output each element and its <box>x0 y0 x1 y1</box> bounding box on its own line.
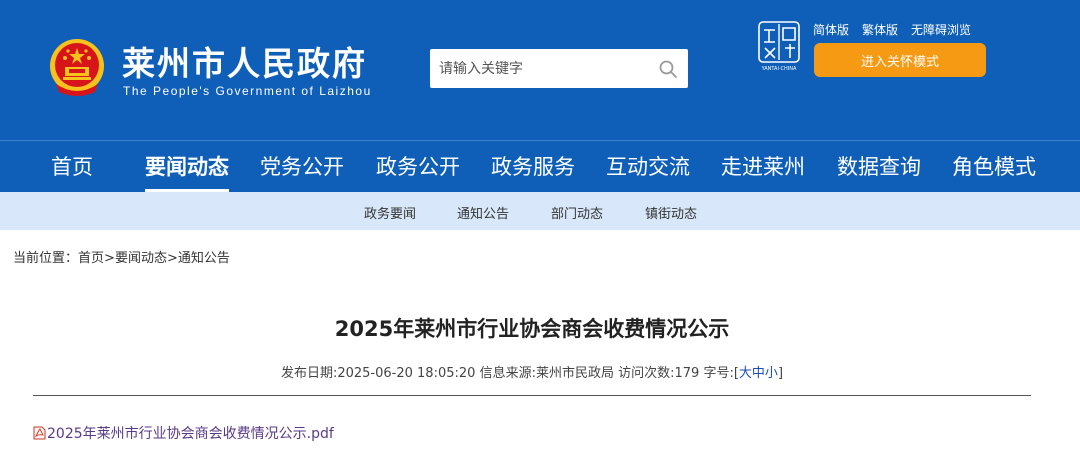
top-links: 简体版 繁体版 无障碍浏览 <box>813 21 971 38</box>
city-logo-caption: YANTAI·CHINA <box>761 66 797 72</box>
font-size-close: ] <box>777 366 784 381</box>
article-title: 2025年莱州市行业协会商会收费情况公示 <box>334 317 730 341</box>
info-source: 信息来源:莱州市民政局 <box>479 366 614 381</box>
attachment-link[interactable]: 2025年莱州市行业协会商会收费情况公示.pdf <box>47 423 334 443</box>
publish-date: 发布日期:2025-06-20 18:05:20 <box>280 366 476 381</box>
site-header: 莱州市人民政府 The People's Government of Laizh… <box>0 0 1080 140</box>
site-title: 莱州市人民政府 <box>122 44 367 83</box>
main-nav: 首页 要闻动态 党务公开 政务公开 政务服务 互动交流 走进莱州 数据查询 角色… <box>0 140 1080 192</box>
attachment: 2025年莱州市行业协会商会收费情况公示.pdf <box>33 423 334 443</box>
breadcrumb-separator: > <box>104 251 115 266</box>
nav-item-about-laizhou[interactable]: 走进莱州 <box>721 153 805 181</box>
care-mode-button[interactable]: 进入关怀模式 <box>814 43 986 77</box>
nav-item-news[interactable]: 要闻动态 <box>145 153 229 181</box>
search-box <box>430 49 688 88</box>
nav-item-role-mode[interactable]: 角色模式 <box>952 153 1036 181</box>
breadcrumb-notices[interactable]: 通知公告 <box>178 251 230 266</box>
font-size-small[interactable]: 小 <box>765 366 778 381</box>
font-size-label: 字号:[ <box>703 366 739 381</box>
site-subtitle: The People's Government of Laizhou <box>123 84 372 98</box>
article-divider <box>33 395 1031 396</box>
visit-count: 访问次数:179 <box>618 366 700 381</box>
accessibility-link[interactable]: 无障碍浏览 <box>911 21 971 38</box>
search-input[interactable] <box>430 49 650 88</box>
breadcrumb: 当前位置：首页>要闻动态>通知公告 <box>13 247 230 266</box>
simplified-chinese-link[interactable]: 简体版 <box>813 21 849 38</box>
article-meta: 发布日期:2025-06-20 18:05:20 信息来源:莱州市民政局 访问次… <box>0 362 1064 381</box>
subnav-item-department-news[interactable]: 部门动态 <box>551 203 603 222</box>
subnav-item-town-news[interactable]: 镇街动态 <box>645 203 697 222</box>
subnav-item-government-news[interactable]: 政务要闻 <box>364 203 416 222</box>
nav-item-interaction[interactable]: 互动交流 <box>606 153 690 181</box>
nav-item-government-affairs[interactable]: 政务公开 <box>376 153 460 181</box>
font-size-large[interactable]: 大 <box>739 366 752 381</box>
breadcrumb-home[interactable]: 首页 <box>78 251 104 266</box>
sub-nav: 政务要闻 通知公告 部门动态 镇街动态 <box>0 192 1080 230</box>
yantai-city-logo-icon: YANTAI·CHINA <box>758 21 800 72</box>
pdf-icon <box>33 426 46 440</box>
national-emblem-icon <box>50 39 104 96</box>
breadcrumb-separator: > <box>166 251 178 266</box>
subnav-item-notices[interactable]: 通知公告 <box>457 203 509 222</box>
nav-item-home[interactable]: 首页 <box>51 153 93 181</box>
search-icon[interactable] <box>658 59 678 79</box>
traditional-chinese-link[interactable]: 繁体版 <box>862 21 898 38</box>
nav-item-party-affairs[interactable]: 党务公开 <box>260 153 344 181</box>
nav-item-government-services[interactable]: 政务服务 <box>491 153 575 181</box>
nav-item-data-query[interactable]: 数据查询 <box>837 153 921 181</box>
breadcrumb-news[interactable]: 要闻动态 <box>115 251 167 266</box>
breadcrumb-prefix: 当前位置： <box>13 251 79 266</box>
font-size-medium[interactable]: 中 <box>752 366 765 381</box>
